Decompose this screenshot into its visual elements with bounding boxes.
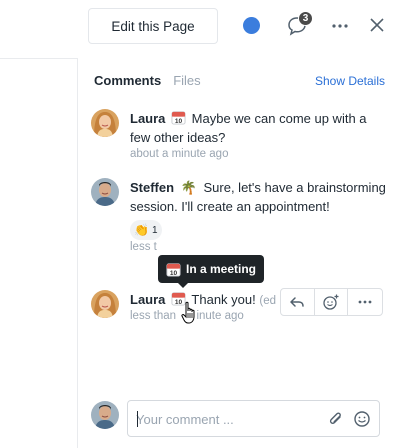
- tab-files[interactable]: Files: [173, 73, 200, 88]
- status-indicator[interactable]: [243, 17, 260, 34]
- panel-tabs: Comments Files: [94, 73, 201, 88]
- reply-icon: [290, 297, 305, 307]
- comment-body: Steffen 🌴 Sure, let's have a brainstormi…: [130, 178, 390, 254]
- emoji-icon[interactable]: [353, 410, 371, 428]
- show-details-link[interactable]: Show Details: [315, 74, 385, 88]
- comment-composer: [127, 400, 380, 437]
- avatar[interactable]: [91, 178, 119, 206]
- hand-cursor-icon: [181, 301, 195, 324]
- comment-input[interactable]: [136, 410, 316, 428]
- paperclip-icon[interactable]: [327, 410, 345, 428]
- current-user-avatar[interactable]: [91, 401, 119, 429]
- comment-body: Laura Maybe we can come up with a few ot…: [130, 109, 390, 161]
- comment-text: Maybe we can come up with a few other id…: [130, 111, 367, 145]
- add-emoji-icon: [323, 294, 339, 310]
- status-tooltip: In a meeting: [158, 255, 264, 288]
- palm-tree-icon: 🌴: [180, 180, 197, 195]
- divider: [0, 58, 77, 59]
- reaction-count: 1: [151, 224, 158, 236]
- avatar[interactable]: [91, 109, 119, 137]
- comment-text: Thank you!: [191, 292, 256, 307]
- comment-author[interactable]: Laura: [130, 292, 165, 307]
- edited-label: (ed: [259, 295, 276, 307]
- comment-author[interactable]: Steffen: [130, 180, 174, 195]
- top-bar: Edit this Page 3: [0, 0, 400, 52]
- clap-icon: 👏: [134, 222, 149, 237]
- comment-actions: [280, 288, 383, 316]
- comment-time: about a minute ago: [130, 148, 229, 160]
- reply-button[interactable]: [281, 289, 315, 315]
- comment-time: less t: [130, 241, 157, 253]
- comment-time-end: inute ago: [196, 310, 244, 322]
- comments-panel: Comments Files Show Details Laura Maybe …: [78, 58, 400, 448]
- edit-page-button[interactable]: Edit this Page: [88, 8, 218, 44]
- notification-badge: 3: [298, 11, 313, 26]
- text-caret: [137, 411, 138, 427]
- more-icon: [358, 300, 372, 304]
- avatar[interactable]: [91, 290, 119, 318]
- close-icon[interactable]: [369, 17, 385, 33]
- tab-comments[interactable]: Comments: [94, 73, 161, 88]
- comment-author[interactable]: Laura: [130, 111, 165, 126]
- add-reaction-button[interactable]: [315, 289, 349, 315]
- comment-time-start: less than: [130, 310, 177, 322]
- reaction-badge[interactable]: 👏 1: [130, 220, 162, 240]
- more-actions-button[interactable]: [348, 289, 382, 315]
- tooltip-label: In a meeting: [186, 262, 257, 276]
- more-icon[interactable]: [330, 16, 350, 36]
- calendar-icon: [171, 110, 186, 125]
- calendar-icon: [166, 262, 181, 277]
